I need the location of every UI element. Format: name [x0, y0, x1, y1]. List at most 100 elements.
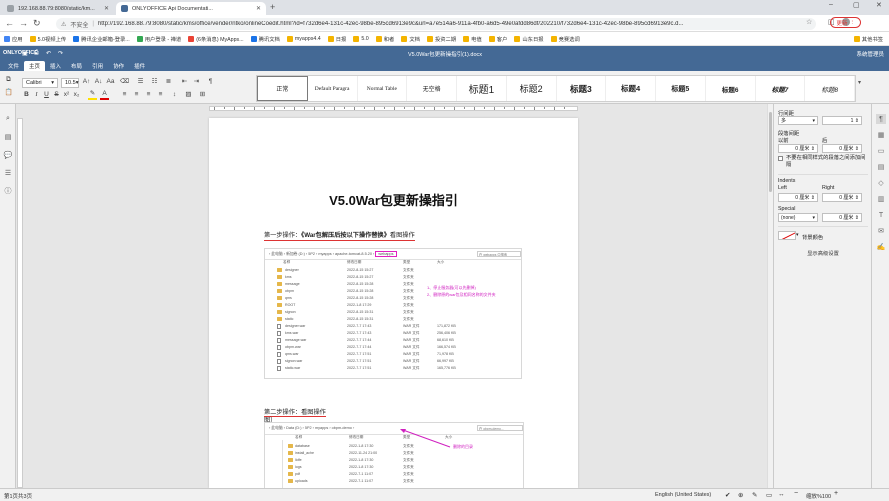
shading-icon[interactable]: ▨ — [184, 91, 193, 100]
url-field[interactable]: ⚠ 不安全 | http://192.168.88.79:8080/static… — [56, 18, 816, 30]
line-spacing-mode-select[interactable]: 多 ▾ — [778, 116, 818, 125]
menu-tab[interactable]: 主页 — [24, 61, 46, 71]
document-page[interactable]: V5.0War包更新操指引 第一步操作：《War包解压后按以下操作替换》看图操作… — [209, 118, 578, 488]
update-button[interactable]: 更新 ⋮ — [830, 17, 861, 28]
bookmark-item[interactable]: 日报 — [327, 35, 346, 43]
menu-tab[interactable]: 布局 — [66, 61, 87, 71]
minimize-icon[interactable]: – — [829, 1, 833, 8]
bookmark-item[interactable]: 竞赛选调 — [550, 35, 580, 43]
align-center-icon[interactable]: ≡ — [132, 91, 141, 100]
chevron-down-icon[interactable]: ▾ — [858, 79, 861, 86]
new-tab-icon[interactable]: + — [270, 2, 275, 13]
bg-color-swatch[interactable] — [778, 231, 796, 240]
star-icon[interactable]: ☆ — [806, 18, 812, 26]
bookmark-item[interactable]: 5.0视频上传 — [29, 35, 66, 43]
forward-icon[interactable]: → — [19, 18, 28, 29]
search-icon[interactable]: ⌕ — [3, 114, 13, 124]
style-preset[interactable]: Default Paragra — [308, 76, 358, 101]
space-before-field[interactable]: 0 厘米 ⇕ — [778, 144, 818, 153]
underline-icon[interactable]: U — [42, 91, 51, 100]
close-tab-icon[interactable]: ✕ — [104, 5, 109, 12]
other-bookmarks[interactable]: 其他书签 — [853, 35, 883, 43]
scrollbar-thumb[interactable] — [769, 112, 772, 192]
decrease-font-icon[interactable]: A↓ — [94, 78, 103, 87]
change-case-icon[interactable]: Aa — [106, 78, 115, 87]
spell-check-icon[interactable]: ✔ — [725, 491, 730, 499]
paste-icon[interactable]: 📋 — [4, 89, 13, 98]
language-icon[interactable]: ⊕ — [738, 491, 743, 499]
menu-tab[interactable]: 协作 — [108, 61, 129, 71]
indent-right-field[interactable]: 0 厘米 ⇕ — [822, 193, 862, 202]
copy-icon[interactable]: ⧉ — [4, 76, 13, 85]
superscript-icon[interactable]: x² — [62, 91, 71, 100]
clear-style-icon[interactable]: ⌫ — [120, 78, 129, 87]
chat-icon[interactable]: 💬 — [3, 150, 13, 160]
save-icon[interactable]: ▣ — [22, 50, 28, 57]
bullet-list-icon[interactable]: ☰ — [136, 78, 145, 87]
bookmark-item[interactable]: 客户 — [488, 35, 507, 43]
header-footer-icon[interactable]: ▤ — [876, 162, 886, 172]
paragraph-icon[interactable]: ¶ — [876, 114, 886, 124]
horizontal-ruler[interactable] — [16, 104, 767, 112]
line-spacing-icon[interactable]: ↕ — [170, 91, 179, 100]
redo-icon[interactable]: ↷ — [58, 50, 63, 57]
align-justify-icon[interactable]: ≡ — [156, 91, 165, 100]
track-changes-icon[interactable]: ✎ — [752, 491, 757, 499]
style-preset[interactable]: 正常 — [257, 76, 308, 101]
increase-font-icon[interactable]: A↑ — [82, 78, 91, 87]
bookmark-item[interactable]: 用户登录 - 禅道 — [136, 35, 181, 43]
reload-icon[interactable]: ↻ — [33, 18, 41, 29]
style-preset[interactable]: 标题6 — [706, 76, 756, 101]
chevron-down-icon[interactable]: ▾ — [796, 232, 799, 238]
bold-icon[interactable]: B — [22, 91, 31, 100]
style-preset[interactable]: 标题4 — [606, 76, 656, 101]
style-preset[interactable]: 无空格 — [407, 76, 457, 101]
about-icon[interactable]: ⓘ — [3, 186, 13, 196]
decrease-indent-icon[interactable]: ⇤ — [180, 78, 189, 87]
space-after-field[interactable]: 0 厘米 ⇕ — [822, 144, 862, 153]
bookmark-item[interactable]: (6条消息) MyApps... — [188, 35, 244, 43]
bookmark-item[interactable]: 电值 — [463, 35, 482, 43]
close-window-icon[interactable]: ✕ — [876, 1, 882, 9]
menu-tab[interactable]: 插入 — [45, 61, 66, 71]
font-color-icon[interactable]: A — [100, 91, 109, 100]
bookmark-item[interactable]: 5.0 — [353, 35, 369, 42]
textart-icon[interactable]: T — [876, 210, 886, 220]
align-right-icon[interactable]: ≡ — [144, 91, 153, 100]
font-name-select[interactable]: Calibri ▾ — [22, 78, 58, 88]
chart-icon[interactable]: ▥ — [876, 194, 886, 204]
style-preset[interactable]: 标题5 — [656, 76, 706, 101]
style-preset[interactable]: 标题1 — [457, 76, 507, 101]
borders-icon[interactable]: ⊞ — [198, 91, 207, 100]
menu-tab[interactable]: 插件 — [129, 61, 150, 71]
bookmark-item[interactable]: 山东日报 — [514, 35, 544, 43]
bookmark-item[interactable]: 投资二期 — [426, 35, 456, 43]
menu-tab[interactable]: 引用 — [87, 61, 108, 71]
nonprinting-icon[interactable]: ¶ — [206, 78, 215, 87]
strikethrough-icon[interactable]: S — [52, 91, 61, 100]
special-select[interactable]: (none) ▾ — [778, 213, 818, 222]
comments-icon[interactable]: ▤ — [3, 132, 13, 142]
style-preset[interactable]: 标题3 — [557, 76, 607, 101]
align-left-icon[interactable]: ≡ — [120, 91, 129, 100]
advanced-settings-link[interactable]: 显示高级设置 — [778, 249, 868, 257]
special-amount-field[interactable]: 0 厘米 ⇕ — [822, 213, 862, 222]
no-space-checkbox[interactable] — [778, 156, 783, 161]
table-icon[interactable]: ▦ — [876, 130, 886, 140]
close-tab-icon[interactable]: ✕ — [256, 5, 261, 12]
user-name[interactable]: 系统管理员 — [856, 50, 884, 58]
style-preset[interactable]: Normal Table — [358, 76, 408, 101]
style-preset[interactable]: 标题8 — [805, 76, 855, 101]
browser-tab-1[interactable]: 192.168.88.79:8080/static/km... ✕ — [2, 2, 114, 15]
menu-tab[interactable]: 文件 — [3, 61, 24, 71]
language-select[interactable]: English (United States) — [655, 492, 711, 498]
bookmark-item[interactable]: 文档 — [401, 35, 420, 43]
print-icon[interactable]: ⎙ — [34, 50, 39, 57]
italic-icon[interactable]: I — [32, 91, 41, 100]
zoom-out-icon[interactable]: − — [794, 490, 798, 497]
font-size-select[interactable]: 10.5 ▾ — [61, 78, 79, 88]
browser-tab-2[interactable]: ONLYOFFICE Api Documentati... ✕ — [116, 2, 266, 15]
mail-merge-icon[interactable]: ✉ — [876, 226, 886, 236]
zoom-in-icon[interactable]: + — [834, 490, 838, 497]
highlight-icon[interactable]: ✎ — [88, 91, 97, 100]
